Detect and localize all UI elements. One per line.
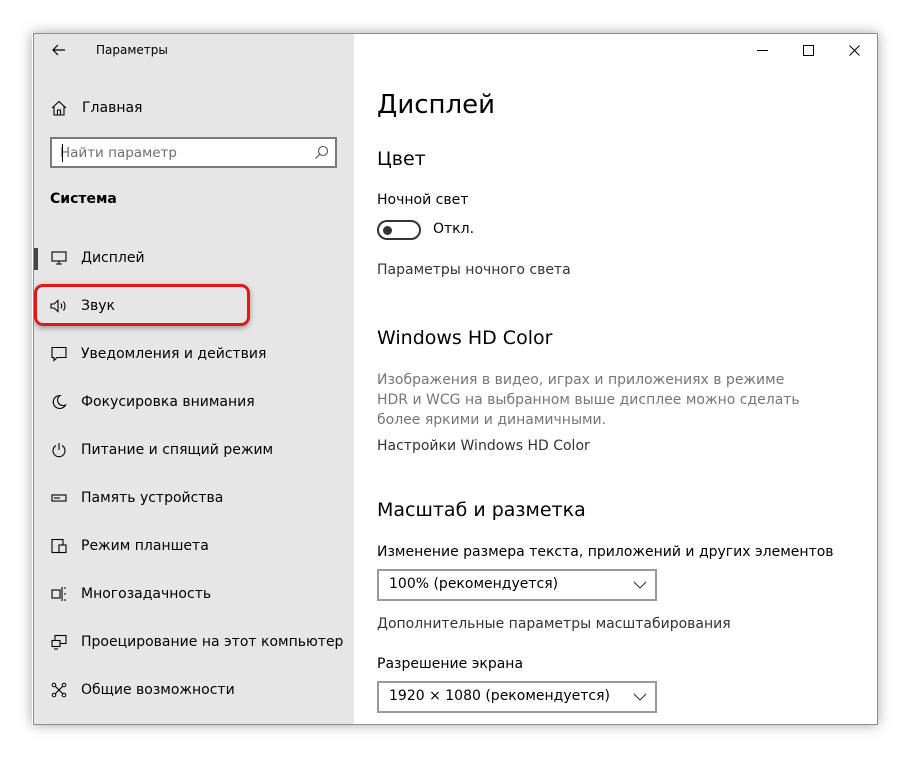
sidebar-item-label: Проецирование на этот компьютер (81, 634, 344, 650)
chevron-down-icon (633, 693, 647, 701)
sidebar-item-display[interactable]: Дисплей (34, 236, 354, 280)
sidebar-item-label: Многозадачность (81, 586, 212, 602)
dropdown-value: 1920 × 1080 (рекомендуется) (389, 688, 610, 704)
night-light-toggle[interactable] (377, 220, 421, 240)
sidebar-item-label: Питание и спящий режим (81, 442, 274, 458)
sidebar-item-label: Режим планшета (81, 538, 209, 554)
sidebar-item-label: Память устройства (81, 490, 224, 506)
projection-icon (51, 634, 67, 650)
chevron-down-icon (633, 581, 647, 589)
home-icon (51, 100, 67, 116)
resolution-label: Разрешение экрана (377, 656, 524, 672)
color-heading: Цвет (377, 148, 426, 170)
night-light-settings-link[interactable]: Параметры ночного света (377, 262, 571, 278)
toggle-knob (383, 226, 392, 235)
notification-icon (51, 346, 67, 362)
scale-size-dropdown[interactable]: 100% (рекомендуется) (377, 569, 657, 601)
sidebar-item-focus-assist[interactable]: Фокусировка внимания (34, 380, 354, 424)
hd-color-settings-link[interactable]: Настройки Windows HD Color (377, 438, 590, 454)
scale-heading: Масштаб и разметка (377, 499, 586, 521)
section-title: Система (50, 191, 117, 207)
page-title: Дисплей (377, 90, 496, 120)
close-icon (848, 44, 860, 56)
dropdown-value: 100% (рекомендуется) (389, 576, 559, 592)
main-content: Дисплей Цвет Ночной свет Откл. Параметры… (354, 34, 877, 724)
resolution-dropdown[interactable]: 1920 × 1080 (рекомендуется) (377, 681, 657, 713)
sidebar-item-storage[interactable]: Память устройства (34, 476, 354, 520)
back-button[interactable] (47, 38, 71, 62)
home-nav-item[interactable]: Главная (50, 96, 142, 120)
text-caret (62, 144, 63, 162)
sidebar-item-tablet-mode[interactable]: Режим планшета (34, 524, 354, 568)
sidebar-item-notifications[interactable]: Уведомления и действия (34, 332, 354, 376)
monitor-icon (51, 251, 67, 265)
power-icon (52, 443, 66, 458)
shared-experiences-icon (51, 682, 67, 698)
search-icon[interactable] (314, 145, 329, 160)
hd-color-description: Изображения в видео, играх и приложениях… (377, 372, 800, 428)
sidebar-item-label: Уведомления и действия (81, 346, 267, 362)
sidebar-item-label: Фокусировка внимания (81, 394, 255, 410)
sidebar-item-multitasking[interactable]: Многозадачность (34, 572, 354, 616)
minimize-icon (756, 49, 768, 51)
close-button[interactable] (831, 34, 877, 66)
sidebar-item-label: Общие возможности (81, 682, 235, 698)
maximize-icon (802, 44, 814, 56)
red-highlight-frame (34, 284, 250, 326)
scale-size-label: Изменение размера текста, приложений и д… (377, 544, 834, 560)
tablet-icon (51, 538, 67, 554)
back-arrow-icon (52, 44, 65, 56)
moon-icon (52, 394, 67, 409)
maximize-button[interactable] (785, 34, 831, 66)
night-light-state: Откл. (433, 221, 475, 237)
search-input[interactable] (60, 139, 310, 166)
home-label: Главная (82, 100, 143, 116)
multitasking-icon (51, 587, 66, 601)
window-title: Параметры (96, 43, 168, 57)
settings-window: Параметры Главная Система Дисплей (33, 33, 878, 725)
storage-icon (51, 494, 67, 502)
minimize-button[interactable] (739, 34, 785, 66)
hd-color-heading: Windows HD Color (377, 327, 553, 349)
advanced-scaling-link[interactable]: Дополнительные параметры масштабирования (377, 616, 731, 632)
night-light-label: Ночной свет (377, 192, 469, 208)
active-indicator (34, 248, 38, 270)
sidebar-item-power[interactable]: Питание и спящий режим (34, 428, 354, 472)
search-box[interactable] (50, 137, 337, 168)
sidebar-item-shared-experiences[interactable]: Общие возможности (34, 668, 354, 712)
sidebar-item-projection[interactable]: Проецирование на этот компьютер (34, 620, 354, 664)
sidebar-item-label: Дисплей (81, 250, 145, 266)
sidebar: Параметры Главная Система Дисплей (34, 34, 354, 724)
